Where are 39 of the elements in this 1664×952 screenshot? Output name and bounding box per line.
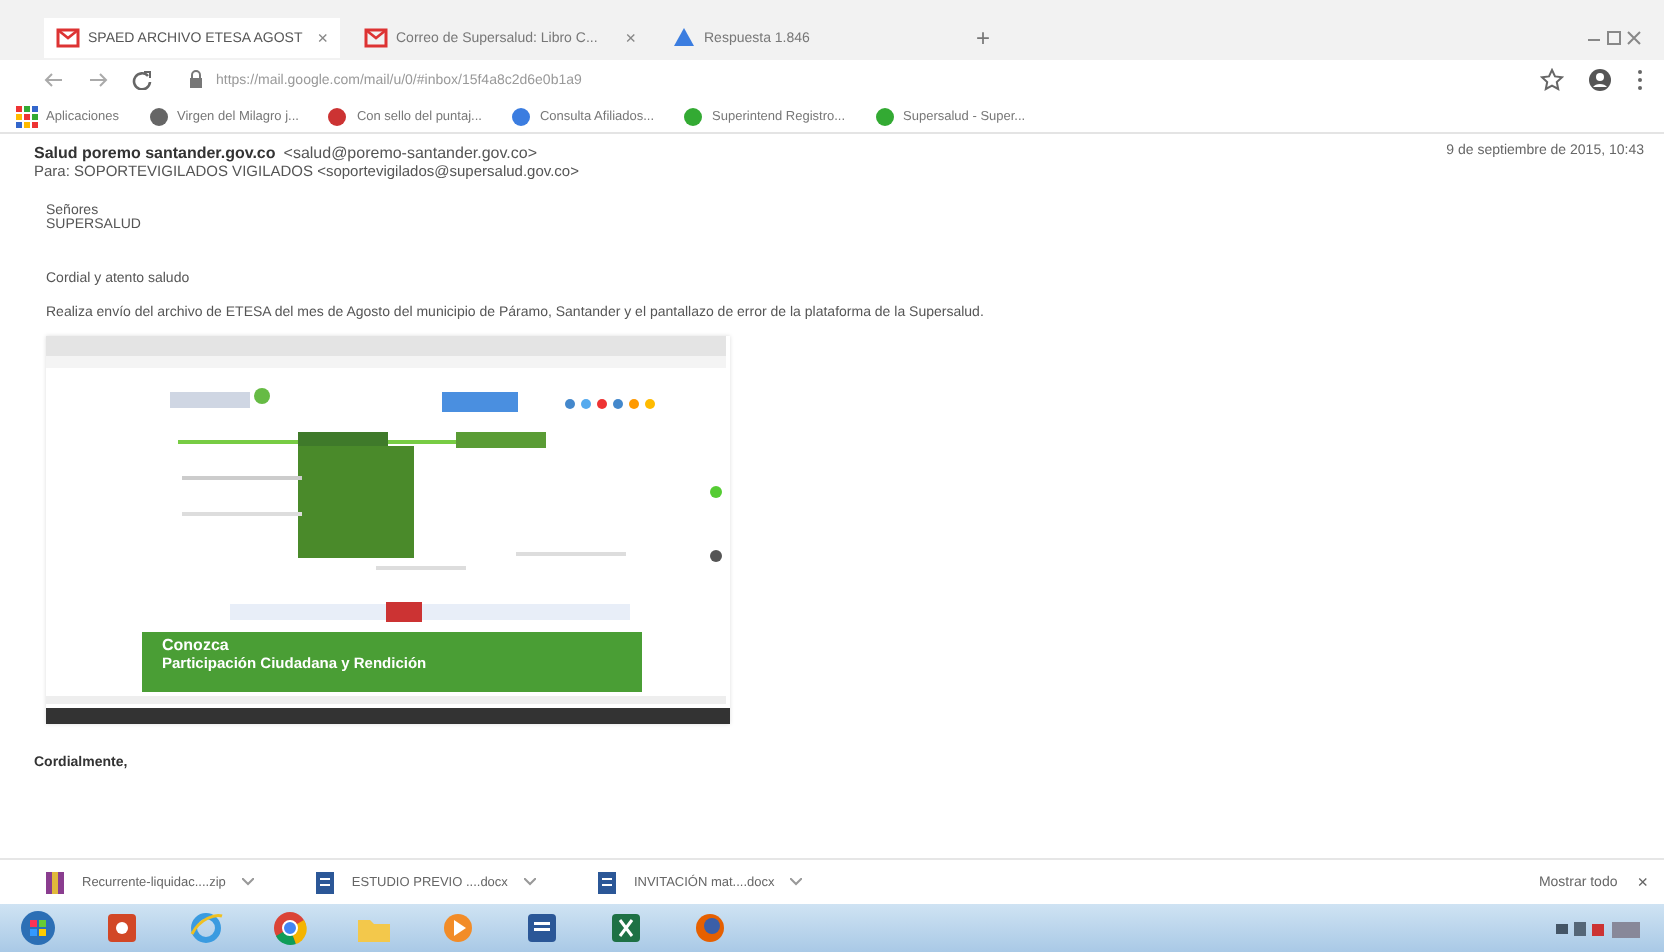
start-orb-icon[interactable] <box>20 910 56 946</box>
star-icon[interactable] <box>1540 68 1564 92</box>
chrome-icon[interactable] <box>272 910 308 946</box>
close-icon[interactable]: × <box>1637 872 1648 892</box>
window-controls-icon[interactable] <box>1584 28 1644 48</box>
document-file-icon <box>313 871 336 893</box>
presentation-app-icon[interactable] <box>104 910 140 946</box>
site-icon <box>326 105 349 127</box>
apps-grid-icon <box>16 105 38 127</box>
spreadsheet-app-icon[interactable] <box>608 910 644 946</box>
menu-icon[interactable] <box>1636 68 1644 92</box>
word-app-icon[interactable] <box>524 910 560 946</box>
caret-icon[interactable] <box>241 878 254 886</box>
forward-icon[interactable] <box>88 70 108 90</box>
reload-icon[interactable] <box>132 70 152 90</box>
account-icon[interactable] <box>1588 68 1612 92</box>
sender-address: <salud@poremo-santander.gov.co> <box>283 144 537 162</box>
system-tray-icon[interactable] <box>1556 916 1644 940</box>
sender-name: Salud poremo santander.gov.co <box>34 144 276 162</box>
close-icon[interactable]: × <box>625 28 636 48</box>
document-file-icon <box>595 871 618 893</box>
browser-e-icon[interactable] <box>188 910 224 946</box>
new-tab-button[interactable]: + <box>968 24 999 52</box>
close-icon[interactable]: × <box>317 28 328 48</box>
lock-icon <box>188 70 204 90</box>
banner-title: Conozca <box>162 636 231 654</box>
site-icon <box>873 105 896 127</box>
site-icon <box>682 105 705 127</box>
triangle-icon <box>672 26 696 50</box>
archive-file-icon <box>44 871 66 893</box>
mail-icon <box>56 26 80 50</box>
mail-icon <box>364 26 388 50</box>
caret-icon[interactable] <box>523 878 536 886</box>
media-player-icon[interactable] <box>440 910 476 946</box>
caret-icon[interactable] <box>790 878 803 886</box>
firefox-icon[interactable] <box>692 910 728 946</box>
site-icon <box>147 105 169 127</box>
back-icon[interactable] <box>44 70 64 90</box>
site-icon <box>509 105 532 127</box>
